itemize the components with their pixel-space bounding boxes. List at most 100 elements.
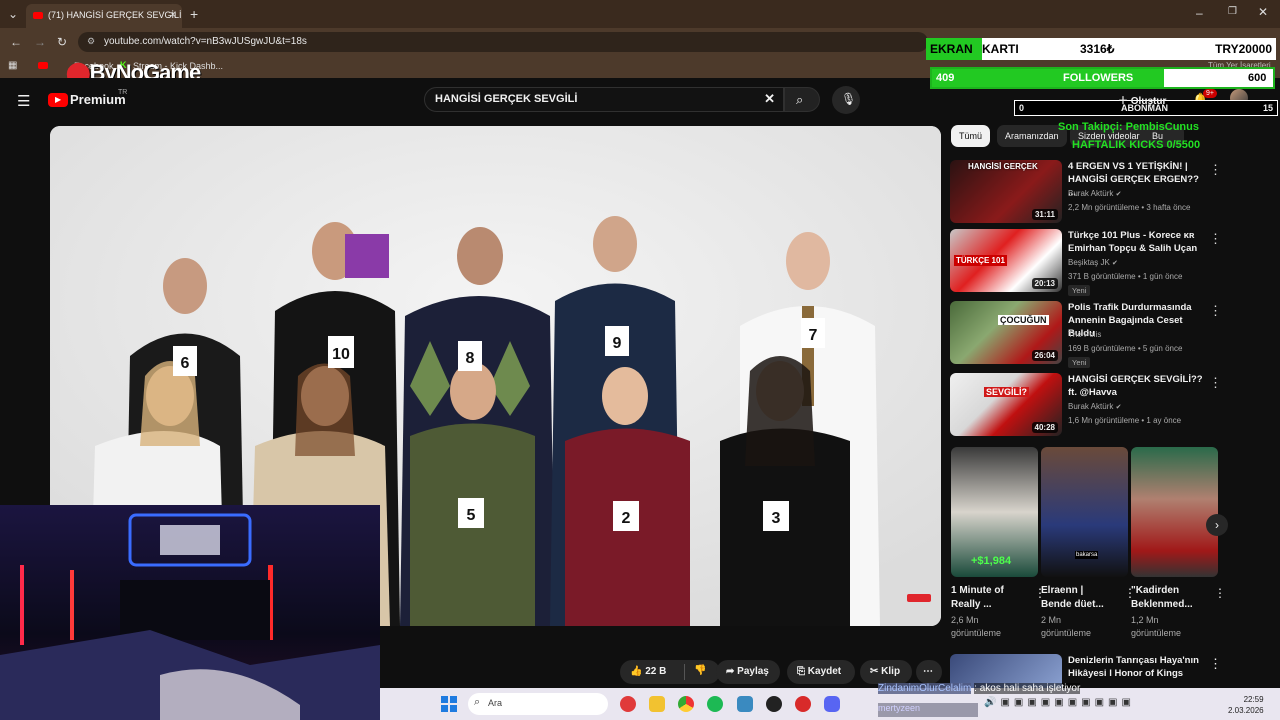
sticker-image	[345, 234, 389, 278]
apps-grid-icon[interactable]: ▦	[8, 60, 17, 71]
last-follower-text: Son Takipçi: PembisCunus	[1058, 121, 1199, 133]
system-tray-icons[interactable]: 🔊▣▣▣▣▣▣▣▣▣▣	[984, 697, 1135, 708]
spotify-icon[interactable]	[707, 696, 723, 712]
video-thumbnail[interactable]: SEVGİLİ? 40:28	[950, 373, 1062, 436]
tab-close-icon[interactable]: ×	[170, 9, 176, 21]
reload-icon[interactable]: ↻	[57, 35, 67, 49]
shorts-next-icon[interactable]: ›	[1206, 514, 1228, 536]
video-thumbnail[interactable]: HANGİSİ GERÇEK 31:11	[950, 160, 1062, 223]
svg-text:7: 7	[809, 327, 818, 344]
create-button[interactable]: ＋ Oluştur	[1118, 92, 1166, 107]
channel-name[interactable]: Burak Aktürk ✔	[1068, 189, 1121, 198]
short-item[interactable]: +$1,984 1 Minute of Really ... 2,6 Mn gör…	[951, 447, 1046, 640]
recommendation-item[interactable]: HANGİSİ GERÇEK 31:11 4 ERGEN VS 1 YETİŞK…	[950, 160, 1275, 226]
video-title[interactable]: Denizlerin Tanrıçası Haya'nın Hikâyesi l…	[1068, 654, 1208, 680]
window-close-icon[interactable]: ✕	[1258, 5, 1268, 19]
short-views: 2 Mn görüntüleme	[1041, 615, 1092, 638]
taskbar-search[interactable]: ⌕ Ara	[468, 693, 608, 715]
short-title[interactable]: "Kadirden Beklenmed...	[1131, 584, 1205, 612]
voice-search-button[interactable]: 🎙	[832, 86, 860, 114]
chip-from-search[interactable]: Aramanızdan	[997, 125, 1067, 147]
chat-username: ZindanimOlurCelalim	[878, 683, 972, 694]
video-duration: 31:11	[1031, 209, 1058, 220]
video-title[interactable]: HANGİSİ GERÇEK SEVGİLİ?? ft. @Havva	[1068, 373, 1203, 399]
menu-icon[interactable]: ☰	[17, 92, 30, 110]
recommendation-item[interactable]: TÜRKÇE 101 20:13 Türkçe 101 Plus - Korec…	[950, 229, 1275, 296]
app-icon[interactable]	[737, 696, 753, 712]
more-options-icon[interactable]: ⋮	[1209, 162, 1222, 178]
more-options-icon[interactable]: ⋮	[1209, 375, 1222, 391]
svg-text:9: 9	[613, 335, 622, 352]
search-input[interactable]: HANGİSİ GERÇEK SEVGİLİ ✕	[424, 87, 784, 112]
forward-icon[interactable]: →	[34, 35, 46, 49]
minimize-icon[interactable]: –	[1196, 6, 1203, 20]
verified-icon: ✔	[1115, 191, 1122, 198]
share-button[interactable]: ➦ Paylaş	[716, 660, 780, 684]
short-title[interactable]: 1 Minute of Really ...	[951, 584, 1025, 612]
chat-username: mertyzeen	[878, 703, 921, 713]
verified-icon: ✔	[1112, 260, 1118, 267]
thumbs-down-icon[interactable]: 👎	[694, 665, 706, 676]
channel-name[interactable]: Beşiktaş JK ✔	[1068, 258, 1118, 267]
app-icon[interactable]	[795, 696, 811, 712]
more-options-icon[interactable]: ⋮	[1214, 586, 1226, 600]
video-title[interactable]: Türkçe 101 Plus - Korece ᴋʀ Emirhan Topç…	[1068, 229, 1203, 255]
chrome-icon[interactable]	[678, 696, 694, 712]
goal-target: TRY20000	[1215, 42, 1272, 56]
search-icon: ⌕	[474, 696, 481, 708]
short-thumbnail[interactable]: +$1,984	[951, 447, 1038, 577]
short-item[interactable]: "Kadirden Beklenmed... 1,2 Mn görüntüleme…	[1131, 447, 1226, 640]
clip-button[interactable]: ✂ Klip	[860, 660, 912, 684]
app-icon[interactable]	[620, 696, 636, 712]
search-button[interactable]: ⌕	[784, 87, 820, 112]
recommendation-item[interactable]: ÇOCUĞUN 26:04 Polis Trafik Durdurmasında…	[950, 301, 1275, 368]
taskbar-clock[interactable]: 22:59 2.03.2026	[1228, 694, 1264, 716]
svg-text:2: 2	[622, 510, 631, 527]
back-icon[interactable]: ←	[10, 35, 22, 49]
maximize-icon[interactable]: ❐	[1228, 6, 1237, 17]
url-field[interactable]: ⚙ youtube.com/watch?v=nB3wJUSgwJU&t=18s	[78, 32, 928, 52]
discord-icon[interactable]	[824, 696, 840, 712]
channel-name[interactable]: The Polis	[1068, 330, 1101, 339]
followers-goal: 600	[1248, 72, 1267, 84]
site-info-icon[interactable]: ⚙	[87, 36, 95, 47]
youtube-logo-icon[interactable]: ▶	[48, 93, 68, 107]
thumbs-up-icon: 👍	[630, 666, 643, 677]
more-actions-button[interactable]: ⋯	[916, 660, 942, 684]
microphone-icon: 🎙	[841, 92, 857, 106]
thumbnail-text: TÜRKÇE 101	[954, 255, 1007, 266]
tab-list-icon[interactable]: ⌄	[8, 7, 18, 21]
short-item[interactable]: bakarsa Elraenn | Bende düet... 2 Mn görü…	[1041, 447, 1136, 640]
new-tab-icon[interactable]: +	[190, 6, 198, 22]
chat-message: ZindanimOlurCelalim : akos hali saha işl…	[878, 683, 1128, 697]
chip-all[interactable]: Tümü	[951, 125, 991, 147]
video-thumbnail[interactable]: TÜRKÇE 101 20:13	[950, 229, 1062, 292]
save-button[interactable]: ⎘ Kaydet	[787, 660, 855, 684]
followers-current: 409	[936, 72, 955, 84]
notification-badge: 9+	[1203, 89, 1217, 98]
obs-icon[interactable]	[766, 696, 782, 712]
windows-start-icon[interactable]	[441, 696, 457, 712]
video-duration: 26:04	[1031, 350, 1058, 361]
video-meta: 1,6 Mn görüntüleme • 1 ay önce	[1068, 416, 1182, 425]
short-title[interactable]: Elraenn | Bende düet...	[1041, 584, 1115, 612]
more-options-icon[interactable]: ⋮	[1209, 656, 1222, 672]
channel-watermark	[907, 594, 931, 602]
channel-name[interactable]: Burak Aktürk ✔	[1068, 402, 1121, 411]
more-options-icon[interactable]: ⋮	[1209, 231, 1222, 247]
like-button[interactable]: 👍 22 B	[630, 666, 666, 677]
thumbnail-text: SEVGİLİ?	[984, 387, 1030, 397]
recommendation-item[interactable]: SEVGİLİ? 40:28 HANGİSİ GERÇEK SEVGİLİ?? …	[950, 373, 1275, 439]
short-thumbnail[interactable]	[1131, 447, 1218, 577]
short-overlay-text: +$1,984	[971, 555, 1012, 567]
video-meta: 169 B görüntüleme • 5 gün önce	[1068, 344, 1183, 353]
goal-label: KARTI	[982, 42, 1019, 56]
file-explorer-icon[interactable]	[649, 696, 665, 712]
goal-widget: EKRAN KARTI 3316₺ TRY20000	[926, 38, 1276, 60]
clear-search-icon[interactable]: ✕	[764, 91, 775, 107]
youtube-bookmark-icon[interactable]	[38, 62, 48, 69]
short-thumbnail[interactable]: bakarsa	[1041, 447, 1128, 577]
video-thumbnail[interactable]: ÇOCUĞUN 26:04	[950, 301, 1062, 364]
browser-tab[interactable]: (71) HANGİSİ GERÇEK SEVGİLİ... ×	[26, 4, 182, 28]
more-options-icon[interactable]: ⋮	[1209, 303, 1222, 319]
